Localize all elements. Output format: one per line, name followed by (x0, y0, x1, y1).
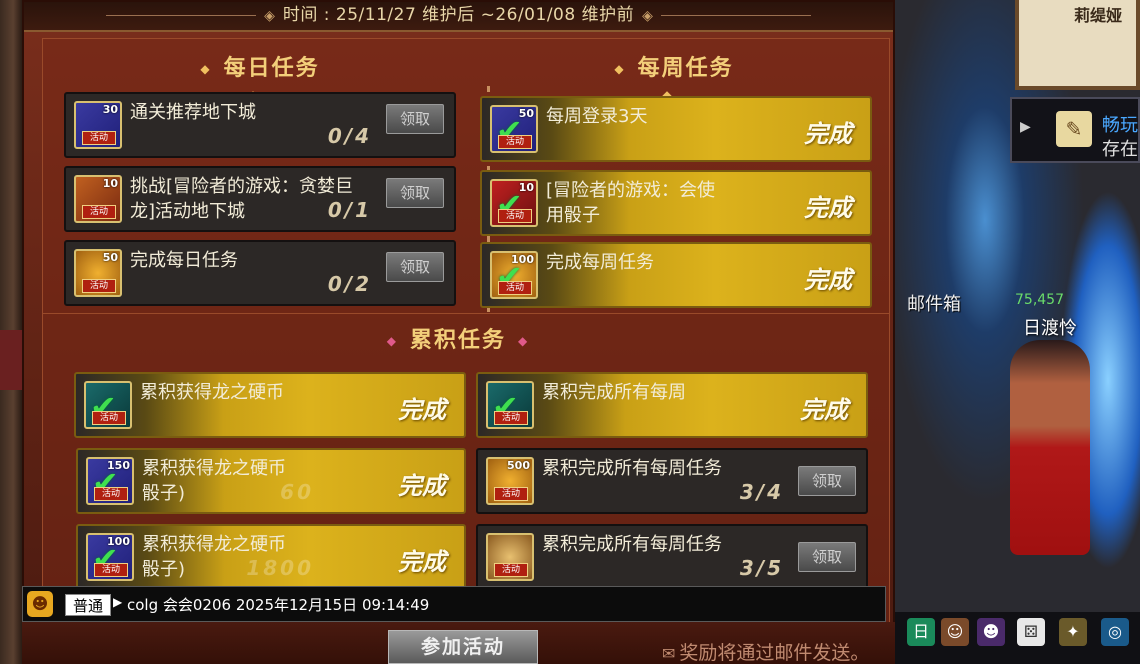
task-progress: 3/4 (739, 480, 784, 504)
task-name: 通关推荐地下城 (130, 102, 256, 123)
event-time: 时间 : 25/11/27 维护后 ~26/01/08 维护前 (282, 5, 635, 25)
task-name: [冒险者的游戏：会使用骰子 (546, 180, 716, 226)
character-icon[interactable]: ☺ (941, 618, 969, 646)
mail-icon: ✉ (662, 644, 676, 663)
activity-reward-icon: ✔ 活动 (486, 381, 534, 429)
chat-bar[interactable]: ☻ 普通 ▶ colg 会会0206 2025年12月15日 09:14:49 (22, 586, 886, 622)
calendar-icon[interactable]: 日 (907, 618, 935, 646)
player-hp: 75,457 (1015, 292, 1064, 308)
weekly-task: 50 ✔ 活动 每周登录3天 完成 (480, 96, 872, 162)
activity-reward-icon: 30 活动 (74, 101, 122, 149)
activity-reward-icon: ✔ 活动 (84, 381, 132, 429)
quest-subtitle: 存在 (1102, 139, 1138, 160)
panel-footer: 参加活动 ✉ 奖励将通过邮件发送。 (22, 622, 895, 664)
mailbox-label: 邮件箱 (907, 294, 961, 315)
task-complete-label: 完成 (398, 472, 446, 500)
activity-reward-icon: 10 活动 (74, 175, 122, 223)
task-complete-label: 完成 (398, 548, 446, 576)
header-line-left (106, 15, 257, 16)
daily-task: 50 活动 完成每日任务 0/2 领取 (64, 240, 456, 306)
task-progress: 0/1 (327, 198, 372, 222)
expand-arrow-icon[interactable]: ▶ (1020, 119, 1031, 135)
task-name: 累积完成所有每周 (542, 382, 686, 403)
cumulative-task: 活动 累积完成所有每周任务 3/5 领取 (476, 524, 868, 590)
event-icon[interactable]: ✦ (1059, 618, 1087, 646)
weekly-task: 100 ✔ 活动 完成每周任务 完成 (480, 242, 872, 308)
task-name: 累积获得龙之硬币骰子) (142, 458, 286, 504)
faded-progress: 1800 (246, 556, 314, 580)
task-name: 累积完成所有每周任务 (542, 534, 722, 555)
cumulative-task: 500 活动 累积完成所有每周任务 3/4 领取 (476, 448, 868, 514)
task-name: 每周登录3天 (546, 106, 648, 127)
claim-button[interactable]: 领取 (798, 542, 856, 572)
task-complete-label: 完成 (800, 396, 848, 424)
cumulative-title: ◆ 累积任务 ◆ (386, 328, 530, 353)
game-world-view: 莉缇娅 ▶ ✎ 畅玩 存在 邮件箱 75,457 日渡怜 日 ☺ ☻ ⚄ ✦ ◎ (895, 0, 1140, 664)
player-character[interactable] (1010, 340, 1090, 555)
task-name: 完成每日任务 (130, 250, 238, 271)
daily-task: 30 活动 通关推荐地下城 0/4 领取 (64, 92, 456, 158)
activity-reward-icon: 50 活动 (74, 249, 122, 297)
left-game-background (0, 0, 22, 664)
portal-icon[interactable]: ◎ (1101, 618, 1129, 646)
dice-icon[interactable]: ⚄ (1017, 618, 1045, 646)
avatar-icon[interactable]: ☻ (977, 618, 1005, 646)
daily-task: 10 活动 挑战[冒险者的游戏：贪婪巨龙]活动地下城 0/1 领取 (64, 166, 456, 232)
task-progress: 3/5 (739, 556, 784, 580)
activity-reward-icon: 500 活动 (486, 457, 534, 505)
npc-name: 莉缇娅 (1074, 6, 1123, 25)
task-name: 完成每周任务 (546, 252, 654, 273)
cumulative-task: 100 ✔ 活动 累积获得龙之硬币骰子) 1800 完成 (76, 524, 466, 590)
chat-emote-icon[interactable]: ☻ (27, 591, 53, 617)
chat-channel-select[interactable]: 普通 (65, 594, 111, 616)
task-complete-label: 完成 (804, 266, 852, 294)
npc-panel: 莉缇娅 (1015, 0, 1140, 90)
activity-reward-icon: 100 ✔ 活动 (86, 533, 134, 581)
cumulative-task: ✔ 活动 累积完成所有每周 完成 (476, 372, 868, 438)
activity-reward-icon: 150 ✔ 活动 (86, 457, 134, 505)
cumulative-task: ✔ 活动 累积获得龙之硬币 完成 (74, 372, 466, 438)
player-name: 日渡怜 (1023, 318, 1077, 339)
activity-panel: ◈ 时间 : 25/11/27 维护后 ~26/01/08 维护前 ◈ ◆ 每日任务 ◆… (22, 0, 895, 664)
task-progress: 0/4 (327, 124, 372, 148)
quest-title: 畅玩 (1102, 115, 1138, 136)
task-complete-label: 完成 (804, 194, 852, 222)
claim-button[interactable]: 领取 (386, 178, 444, 208)
channel-arrow-icon[interactable]: ▶ (113, 595, 122, 609)
activity-reward-icon: 活动 (486, 533, 534, 581)
task-complete-label: 完成 (398, 396, 446, 424)
task-name: 累积完成所有每周任务 (542, 458, 722, 479)
diamond-icon: ◈ (264, 8, 275, 24)
quick-bar: 日 ☺ ☻ ⚄ ✦ ◎ (895, 612, 1140, 664)
claim-button[interactable]: 领取 (386, 252, 444, 282)
diamond-icon: ◈ (642, 8, 653, 24)
join-event-button[interactable]: 参加活动 (388, 630, 538, 664)
quest-scroll-icon: ✎ (1056, 111, 1092, 147)
task-complete-label: 完成 (804, 120, 852, 148)
task-name: 累积获得龙之硬币 (140, 382, 284, 403)
task-progress: 0/2 (327, 272, 372, 296)
mail-notice: ✉ 奖励将通过邮件发送。 (662, 642, 870, 664)
claim-button[interactable]: 领取 (798, 466, 856, 496)
activity-reward-icon: 50 ✔ 活动 (490, 105, 538, 153)
quest-tracker[interactable]: ▶ ✎ 畅玩 存在 (1010, 97, 1140, 163)
faded-progress: 60 (280, 480, 314, 504)
panel-header: ◈ 时间 : 25/11/27 维护后 ~26/01/08 维护前 ◈ (24, 2, 893, 32)
chat-input[interactable]: colg 会会0206 2025年12月15日 09:14:49 (127, 594, 429, 616)
left-deco (0, 330, 22, 390)
weekly-task: 10 ✔ 活动 [冒险者的游戏：会使用骰子 完成 (480, 170, 872, 236)
activity-reward-icon: 10 ✔ 活动 (490, 179, 538, 227)
game-screen: 莉缇娅 ▶ ✎ 畅玩 存在 邮件箱 75,457 日渡怜 日 ☺ ☻ ⚄ ✦ ◎… (0, 0, 1140, 664)
activity-reward-icon: 100 ✔ 活动 (490, 251, 538, 299)
claim-button[interactable]: 领取 (386, 104, 444, 134)
cumulative-task: 150 ✔ 活动 累积获得龙之硬币骰子) 60 完成 (76, 448, 466, 514)
header-line-right (660, 15, 811, 16)
